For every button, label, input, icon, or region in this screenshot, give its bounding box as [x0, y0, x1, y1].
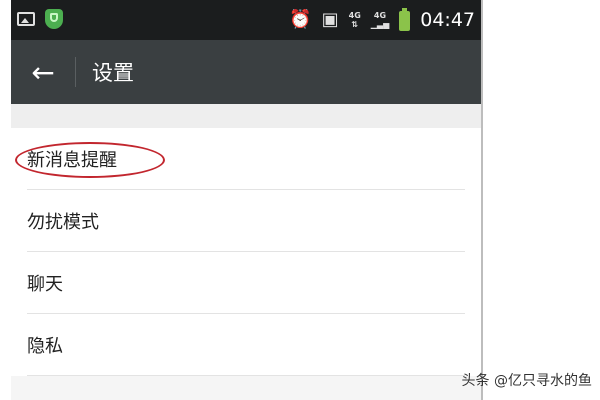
battery-icon: [399, 8, 411, 31]
shield-icon: [45, 9, 63, 29]
settings-item-label: 勿扰模式: [27, 212, 99, 233]
settings-item-label: 新消息提醒: [27, 150, 117, 171]
page-title: 设置: [92, 61, 134, 85]
network-label: 4G: [348, 11, 361, 20]
settings-item-do-not-disturb[interactable]: 勿扰模式: [11, 190, 481, 252]
settings-item-label: 聊天: [27, 274, 63, 295]
image-icon: [17, 12, 35, 26]
status-time: 04:47: [420, 9, 475, 31]
settings-item-privacy[interactable]: 隐私: [11, 314, 481, 376]
status-right-icons: ⏰ ▣ 4G ⇅ 4G ▁▃▅ 04:47: [289, 6, 475, 34]
status-bar: ⏰ ▣ 4G ⇅ 4G ▁▃▅ 04:47: [11, 0, 481, 40]
back-button[interactable]: ←: [11, 40, 75, 104]
signal-icon: 4G ▁▃▅: [370, 11, 390, 29]
settings-item-chat[interactable]: 聊天: [11, 252, 481, 314]
watermark: 头条 @亿只寻水的鱼: [461, 373, 592, 389]
arrow-left-icon: ←: [31, 55, 55, 89]
section-gap: [11, 104, 481, 128]
screen-edge: [481, 0, 483, 400]
status-left-icons: [17, 9, 63, 29]
title-bar: ← 设置: [11, 40, 481, 104]
signal-label: 4G: [373, 11, 387, 20]
4g-icon: 4G ⇅: [348, 11, 361, 29]
title-divider: [75, 57, 76, 87]
settings-item-label: 隐私: [27, 336, 63, 357]
settings-list: 新消息提醒 勿扰模式 聊天 隐私: [11, 128, 481, 376]
screenshot-page: ⏰ ▣ 4G ⇅ 4G ▁▃▅ 04:47 ← 设置 新消息提醒 勿扰模式 聊天…: [0, 0, 600, 400]
alarm-icon: ⏰: [289, 9, 312, 30]
phone-screen: ⏰ ▣ 4G ⇅ 4G ▁▃▅ 04:47 ← 设置 新消息提醒 勿扰模式 聊天…: [11, 0, 481, 400]
divider: [27, 375, 465, 376]
settings-item-new-message-alert[interactable]: 新消息提醒: [11, 128, 481, 190]
sim-icon: ▣: [321, 9, 339, 30]
